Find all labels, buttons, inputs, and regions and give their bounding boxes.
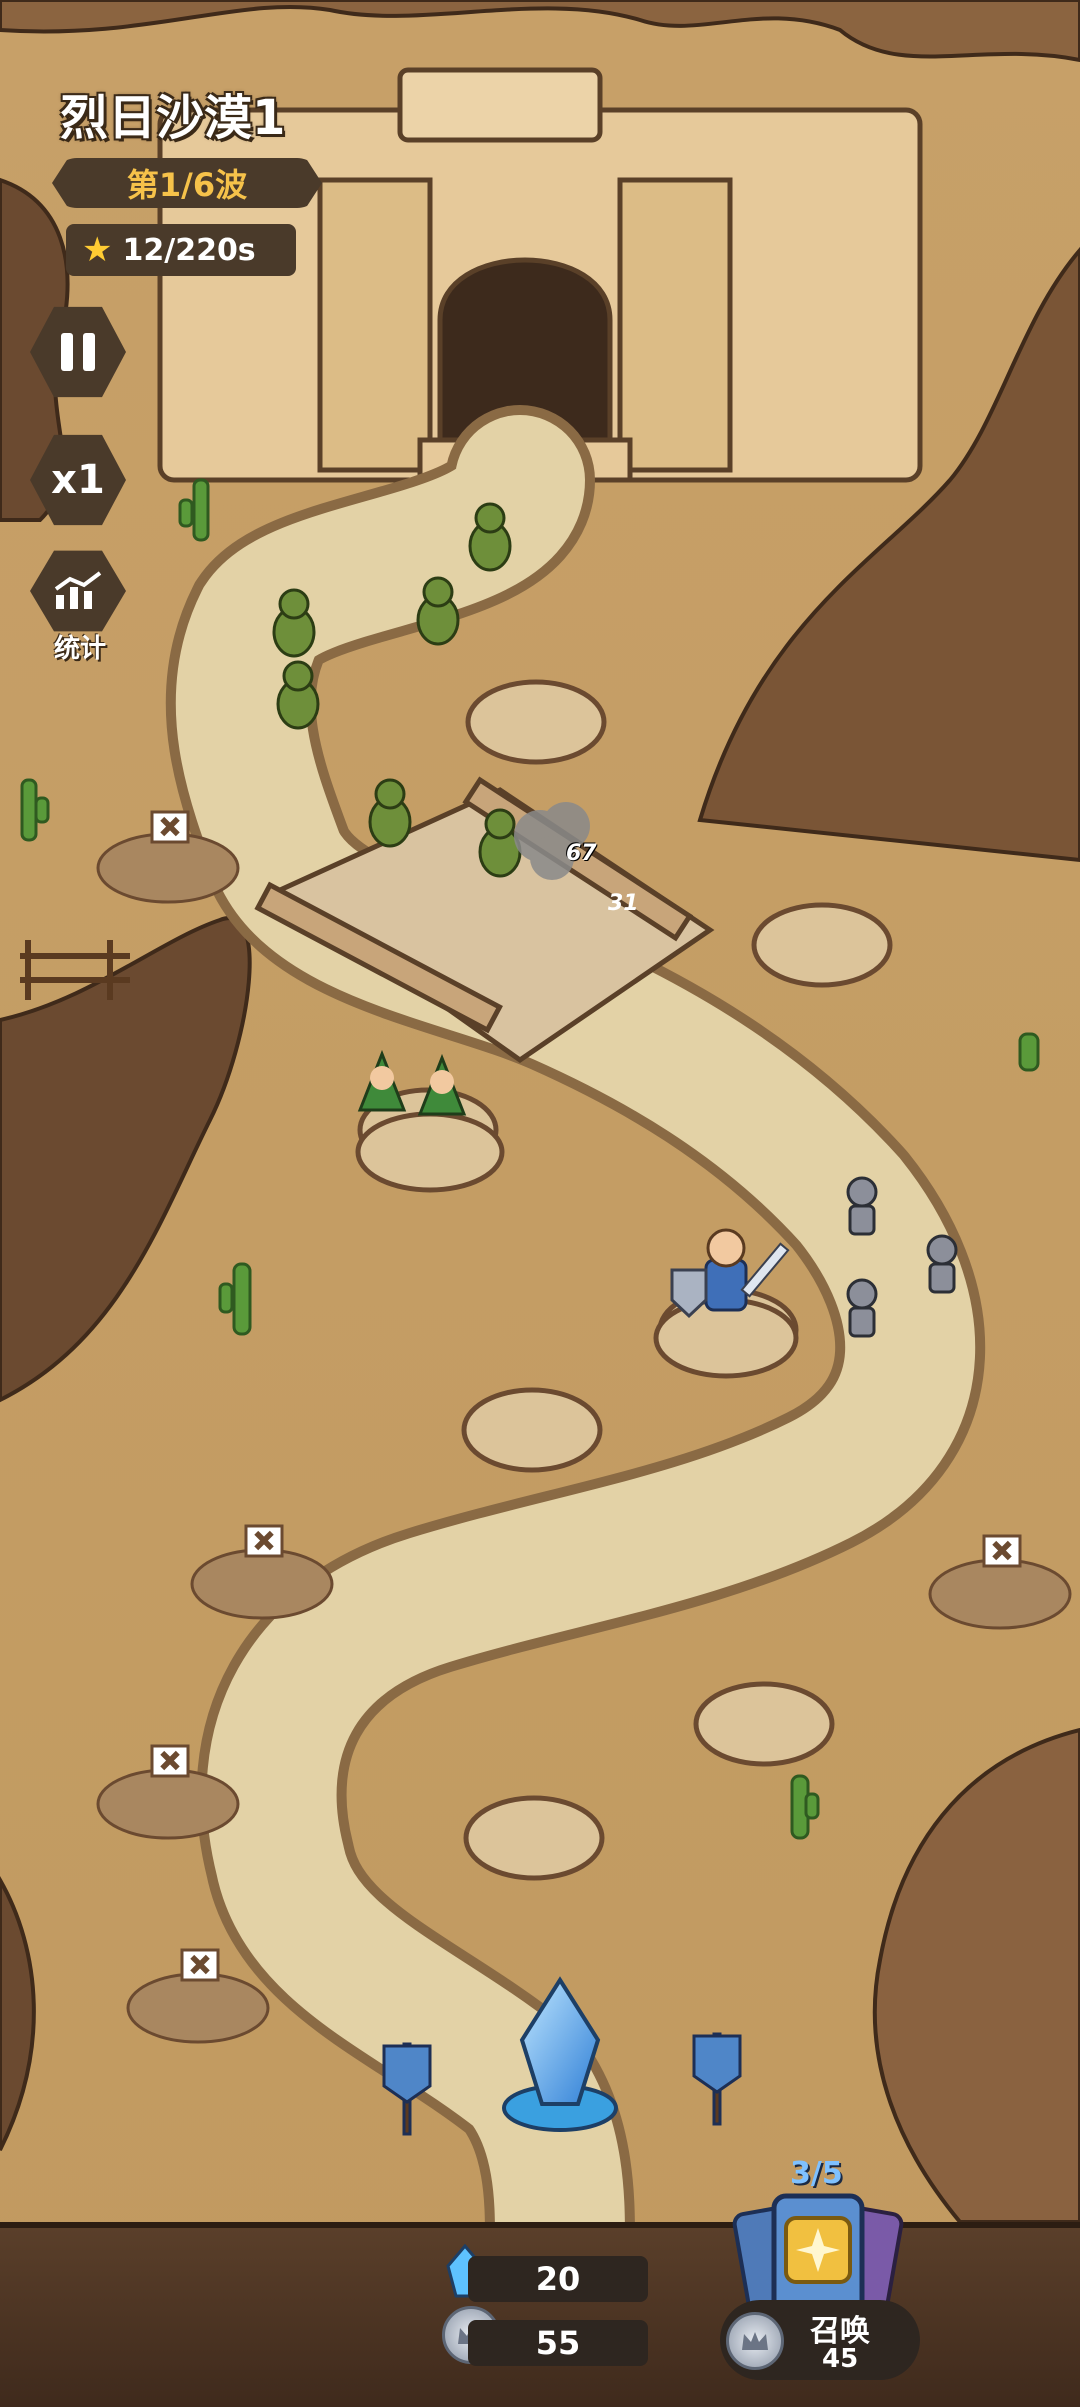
bottom-resource-bar (0, 2222, 1080, 2407)
wave-label: 第1/6波 (126, 166, 248, 204)
wave-indicator: 第1/6波 (52, 158, 322, 208)
svg-text:✕: ✕ (991, 1537, 1013, 1567)
soldier-unit (926, 1234, 958, 1294)
speed-label: x1 (51, 457, 105, 503)
svg-text:✕: ✕ (159, 813, 181, 843)
soldier-unit (846, 1176, 878, 1236)
damage-number: 67 (566, 841, 597, 866)
pause-icon (61, 333, 95, 371)
svg-text:✕: ✕ (159, 1747, 181, 1777)
tower-pad (693, 1681, 835, 1767)
chart-icon (54, 571, 102, 609)
summon-count: 3/5 (790, 2156, 843, 2191)
summon-cost: 45 (822, 2344, 859, 2374)
tower-pad (751, 902, 893, 988)
silver-value: 55 (535, 2324, 581, 2362)
timer-label: 12/220s (122, 232, 256, 268)
lizard-enemy (478, 808, 522, 878)
lizard-enemy (272, 588, 316, 658)
svg-text:✕: ✕ (189, 1951, 211, 1981)
svg-text:✕: ✕ (253, 1527, 275, 1557)
lizard-enemy (416, 576, 460, 646)
wave-timer: ★ 12/220s (66, 224, 296, 276)
game-map[interactable]: ✕ ✕ ✕ ✕ ✕ 67 31 (0, 0, 1080, 2401)
silver-counter: 55 (468, 2320, 648, 2366)
tower-pad (465, 679, 607, 765)
damage-number: 31 (608, 891, 639, 916)
lizard-enemy (468, 502, 512, 572)
soldier-unit (846, 1278, 878, 1338)
crystal-counter: 20 (468, 2256, 648, 2302)
stats-label: 统计 (53, 634, 106, 664)
tower-pad (461, 1387, 603, 1473)
summon-cost-coin-icon (726, 2312, 784, 2370)
tower-pad (463, 1795, 605, 1881)
star-icon: ★ (82, 230, 113, 270)
lizard-enemy (368, 778, 412, 848)
crystal-value: 20 (535, 2260, 581, 2298)
lizard-enemy (276, 660, 320, 730)
level-title: 烈日沙漠1 (60, 90, 286, 146)
